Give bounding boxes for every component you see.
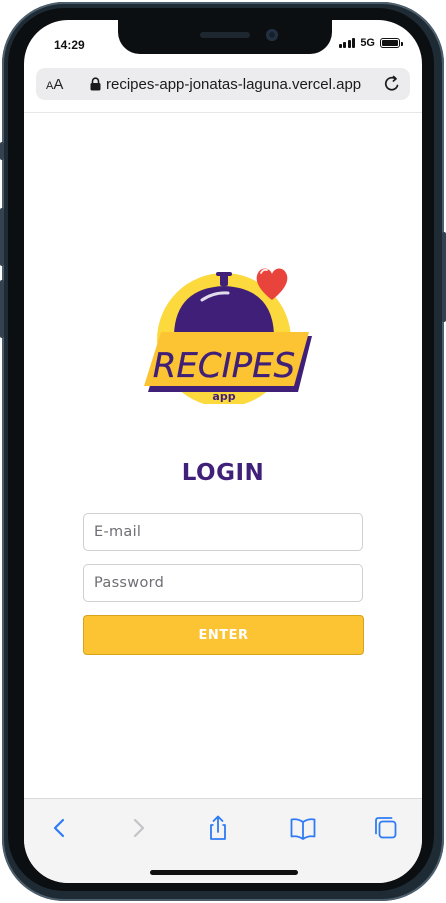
browser-toolbar bbox=[24, 798, 422, 883]
divider bbox=[24, 112, 422, 113]
side-button bbox=[0, 142, 4, 160]
notch bbox=[118, 20, 332, 54]
network-label: 5G bbox=[360, 37, 375, 49]
text-size-button[interactable]: AA bbox=[46, 76, 63, 93]
status-indicators: 5G bbox=[338, 37, 403, 49]
share-icon[interactable] bbox=[204, 815, 232, 841]
speaker-grille bbox=[200, 32, 250, 38]
front-camera bbox=[266, 29, 278, 41]
logo-subtitle: app bbox=[212, 390, 235, 403]
enter-button[interactable]: ENTER bbox=[83, 615, 364, 655]
signal-icon bbox=[338, 38, 356, 48]
bookmarks-icon[interactable] bbox=[289, 815, 317, 841]
volume-up-button bbox=[0, 208, 4, 266]
lock-icon bbox=[90, 77, 101, 91]
recipes-app-logo: RECIPES app bbox=[144, 268, 312, 404]
back-icon[interactable] bbox=[46, 815, 74, 841]
status-time: 14:29 bbox=[54, 38, 85, 52]
address-bar[interactable]: AA recipes-app-jonatas-laguna.vercel.app bbox=[36, 68, 410, 100]
logo-title: RECIPES bbox=[153, 346, 295, 386]
login-title: LOGIN bbox=[181, 460, 265, 486]
screen: 14:29 5G AA recipes-app-jonatas-laguna.v… bbox=[24, 20, 422, 883]
home-indicator[interactable] bbox=[150, 870, 298, 875]
text-size-large: A bbox=[53, 76, 64, 93]
url-text[interactable]: recipes-app-jonatas-laguna.vercel.app bbox=[106, 76, 361, 93]
reload-icon[interactable] bbox=[382, 74, 402, 94]
battery-icon bbox=[380, 38, 403, 48]
power-button bbox=[442, 232, 446, 322]
tabs-icon[interactable] bbox=[372, 815, 400, 841]
password-field[interactable] bbox=[83, 564, 363, 602]
volume-down-button bbox=[0, 280, 4, 338]
email-field[interactable] bbox=[83, 513, 363, 551]
forward-icon[interactable] bbox=[124, 815, 152, 841]
